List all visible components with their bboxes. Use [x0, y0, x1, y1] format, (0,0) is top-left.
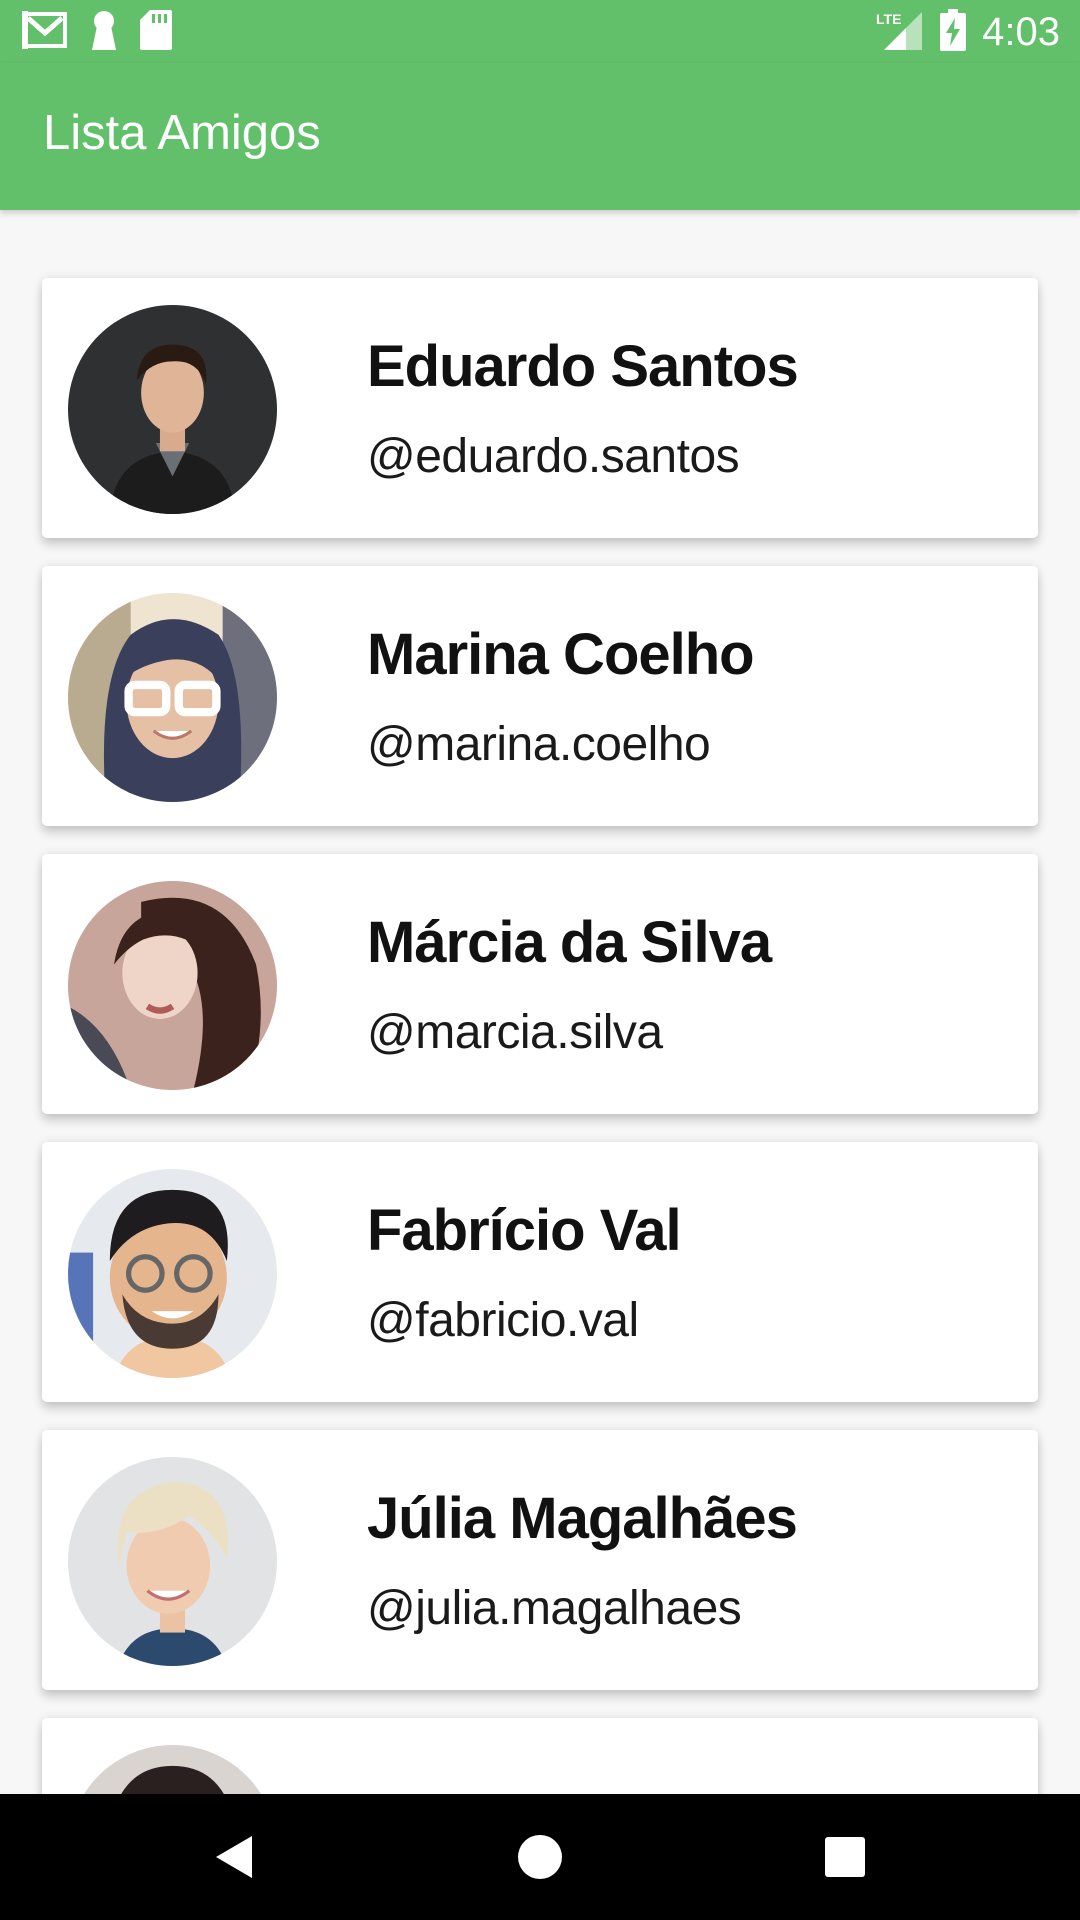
svg-text:LTE: LTE	[876, 11, 901, 27]
navigation-bar	[0, 1794, 1080, 1920]
avatar	[68, 1745, 277, 1794]
friend-handle: @fabricio.val	[367, 1294, 639, 1347]
avatar	[68, 305, 277, 514]
friend-card[interactable]: Fabrício Val @fabricio.val	[42, 1142, 1038, 1402]
friend-name: Fabrício Val	[367, 1198, 682, 1263]
friend-handle: @marcia.silva	[367, 1006, 663, 1059]
avatar	[68, 593, 277, 802]
home-icon[interactable]	[515, 1832, 565, 1882]
battery-charging-icon	[940, 8, 967, 56]
friend-name: Eduardo Santos	[367, 334, 799, 399]
app-bar: Lista Amigos	[0, 63, 1080, 210]
status-notifications	[22, 9, 172, 55]
friend-name: Marina Coelho	[367, 622, 755, 687]
keyhole-icon	[90, 10, 118, 55]
status-bar: LTE 4:03	[0, 0, 1080, 63]
avatar	[68, 1169, 277, 1378]
friend-list[interactable]: Eduardo Santos @eduardo.santos Marina Co…	[0, 210, 1080, 1794]
friend-handle: @marina.coelho	[367, 718, 711, 771]
clock: 4:03	[982, 10, 1060, 54]
avatar	[68, 1457, 277, 1666]
friend-card[interactable]	[42, 1718, 1038, 1794]
signal-icon: LTE	[876, 10, 924, 55]
recents-icon[interactable]	[820, 1832, 870, 1882]
page-title: Lista Amigos	[43, 106, 321, 160]
friend-handle: @eduardo.santos	[367, 430, 740, 483]
avatar	[68, 881, 277, 1090]
friend-name: Márcia da Silva	[367, 910, 772, 975]
sd-card-icon	[140, 9, 172, 55]
back-icon[interactable]	[210, 1832, 260, 1882]
status-system: LTE 4:03	[876, 8, 1060, 56]
friend-card[interactable]: Eduardo Santos @eduardo.santos	[42, 278, 1038, 538]
friend-card[interactable]: Marina Coelho @marina.coelho	[42, 566, 1038, 826]
friend-card[interactable]: Júlia Magalhães @julia.magalhaes	[42, 1430, 1038, 1690]
gmail-icon	[22, 10, 68, 54]
friend-handle: @julia.magalhaes	[367, 1582, 742, 1635]
friend-card[interactable]: Márcia da Silva @marcia.silva	[42, 854, 1038, 1114]
friend-name: Júlia Magalhães	[367, 1486, 798, 1551]
